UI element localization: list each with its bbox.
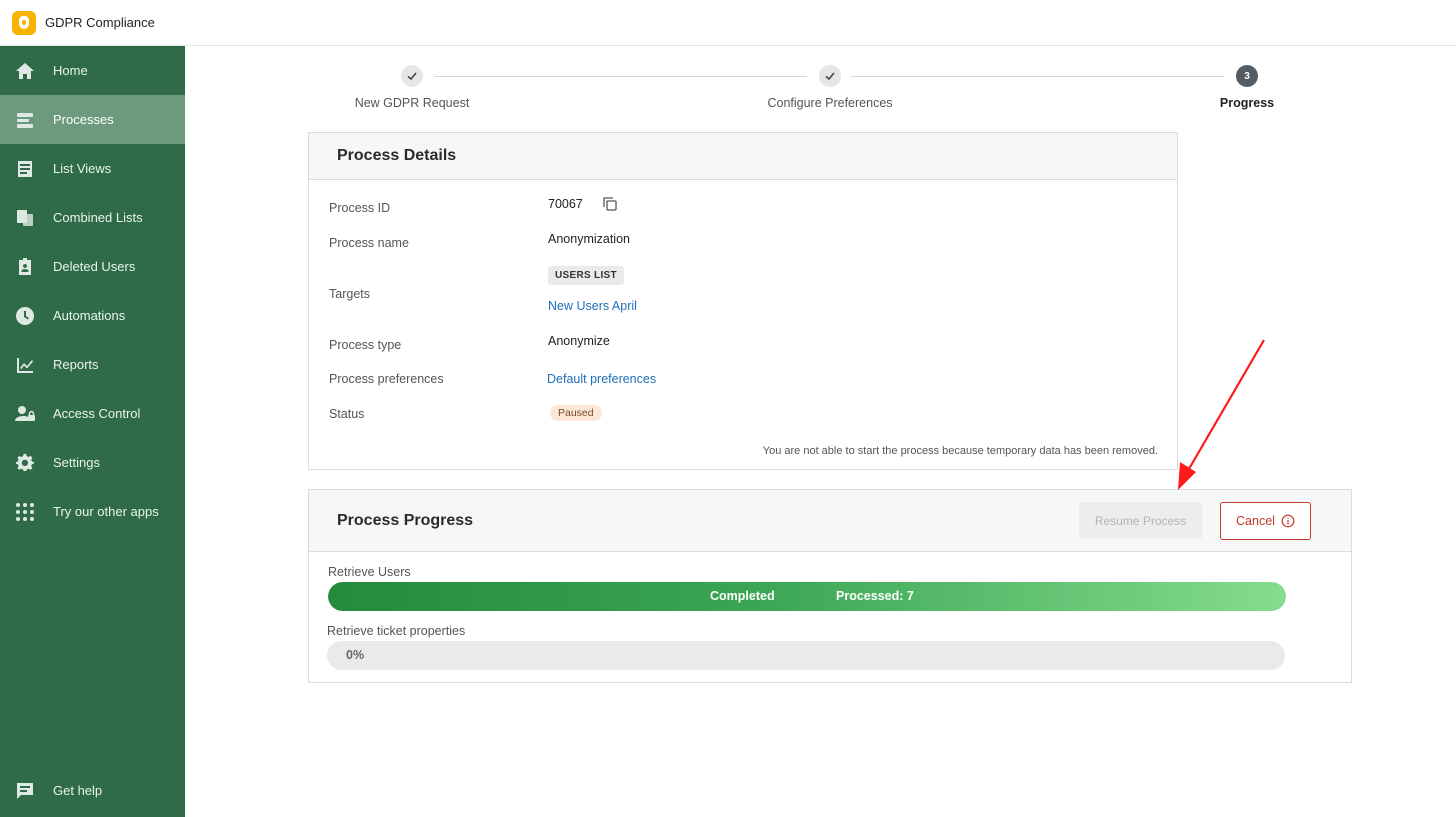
process-name-value: Anonymization — [548, 232, 630, 246]
process-name-label: Process name — [329, 236, 409, 250]
sidebar-item-label: Home — [53, 63, 88, 78]
targets-label: Targets — [329, 287, 370, 301]
process-id-label: Process ID — [329, 201, 391, 215]
sidebar-item-label: Access Control — [53, 406, 141, 421]
app-root: GDPR Compliance Home Processes List View… — [0, 0, 1456, 817]
task-2-progress-bar: 0% — [327, 641, 1285, 670]
step-3-label: Progress — [1219, 96, 1275, 110]
sidebar-item-label: List Views — [53, 161, 112, 176]
copy-icon[interactable] — [601, 195, 619, 213]
sidebar-item-label: Settings — [53, 455, 100, 470]
annotation-arrow-icon — [1178, 339, 1265, 490]
process-progress-card: Process Progress Resume Process Cancel R… — [308, 489, 1352, 683]
clock-icon — [15, 306, 35, 326]
info-icon — [1281, 514, 1295, 528]
sidebar: Home Processes List Views Combined Lists… — [0, 46, 185, 817]
sidebar-item-automations[interactable]: Automations — [0, 291, 185, 340]
sidebar-item-home[interactable]: Home — [0, 46, 185, 95]
sidebar-item-get-help[interactable]: Get help — [0, 766, 185, 815]
task-1-label: Retrieve Users — [328, 565, 411, 579]
chat-icon — [15, 781, 35, 801]
sidebar-item-label: Try our other apps — [53, 504, 159, 519]
target-list-link[interactable]: New Users April — [548, 299, 637, 313]
process-progress-title: Process Progress — [337, 511, 474, 529]
process-type-label: Process type — [329, 338, 402, 352]
default-preferences-link[interactable]: Default preferences — [547, 372, 656, 386]
processes-icon — [15, 110, 35, 130]
grid-icon — [15, 502, 35, 522]
task-2-label: Retrieve ticket properties — [327, 624, 466, 638]
chart-icon — [15, 355, 35, 375]
resume-process-button[interactable]: Resume Process — [1079, 502, 1202, 539]
sidebar-item-settings[interactable]: Settings — [0, 438, 185, 487]
sidebar-item-label: Processes — [53, 112, 114, 127]
task-1-status-text: Completed — [710, 589, 775, 603]
sidebar-item-combined-lists[interactable]: Combined Lists — [0, 193, 185, 242]
sidebar-item-label: Get help — [53, 783, 103, 798]
sidebar-item-reports[interactable]: Reports — [0, 340, 185, 389]
sidebar-item-label: Reports — [53, 357, 99, 372]
task-1-processed-count: Processed: 7 — [836, 589, 914, 603]
step-1-label: New GDPR Request — [354, 96, 470, 110]
process-details-title: Process Details — [337, 147, 457, 164]
process-id-value: 70067 — [548, 197, 583, 211]
process-details-card: Process Details Process ID 70067 Process… — [308, 132, 1178, 470]
sidebar-item-other-apps[interactable]: Try our other apps — [0, 487, 185, 536]
step-2-label: Configure Preferences — [767, 96, 893, 110]
sidebar-item-list-views[interactable]: List Views — [0, 144, 185, 193]
app-title: GDPR Compliance — [45, 15, 155, 30]
sidebar-item-label: Deleted Users — [53, 259, 136, 274]
task-1-progress-fill — [328, 582, 1286, 611]
process-type-value: Anonymize — [548, 334, 610, 348]
step-2-check-icon — [819, 65, 841, 87]
home-icon — [15, 61, 35, 81]
sidebar-item-label: Combined Lists — [53, 210, 143, 225]
app-logo-icon — [12, 10, 36, 35]
sidebar-item-processes[interactable]: Processes — [0, 95, 185, 144]
deleted-users-icon — [15, 257, 35, 277]
process-preferences-label: Process preferences — [329, 372, 444, 386]
step-1-check-icon — [401, 65, 423, 87]
status-badge: Paused — [550, 405, 602, 421]
combined-lists-icon — [15, 208, 35, 228]
gear-icon — [15, 453, 35, 473]
task-1-progress-bar: Completed Processed: 7 — [328, 582, 1286, 611]
sidebar-item-label: Automations — [53, 308, 126, 323]
target-type-tag: USERS LIST — [548, 266, 624, 285]
status-label: Status — [329, 407, 365, 421]
cancel-button-label: Cancel — [1236, 514, 1275, 528]
stepper-connector — [434, 76, 807, 77]
stepper-connector — [851, 76, 1224, 77]
sidebar-item-access-control[interactable]: Access Control — [0, 389, 185, 438]
list-views-icon — [15, 159, 35, 179]
user-lock-icon — [15, 404, 35, 424]
temporary-data-note: You are not able to start the process be… — [762, 445, 1158, 457]
process-details-header: Process Details — [309, 133, 1177, 180]
sidebar-item-deleted-users[interactable]: Deleted Users — [0, 242, 185, 291]
cancel-button[interactable]: Cancel — [1220, 502, 1311, 540]
top-bar: GDPR Compliance — [0, 0, 1456, 46]
step-3-number: 3 — [1236, 65, 1258, 87]
task-2-percent-text: 0% — [346, 648, 365, 662]
